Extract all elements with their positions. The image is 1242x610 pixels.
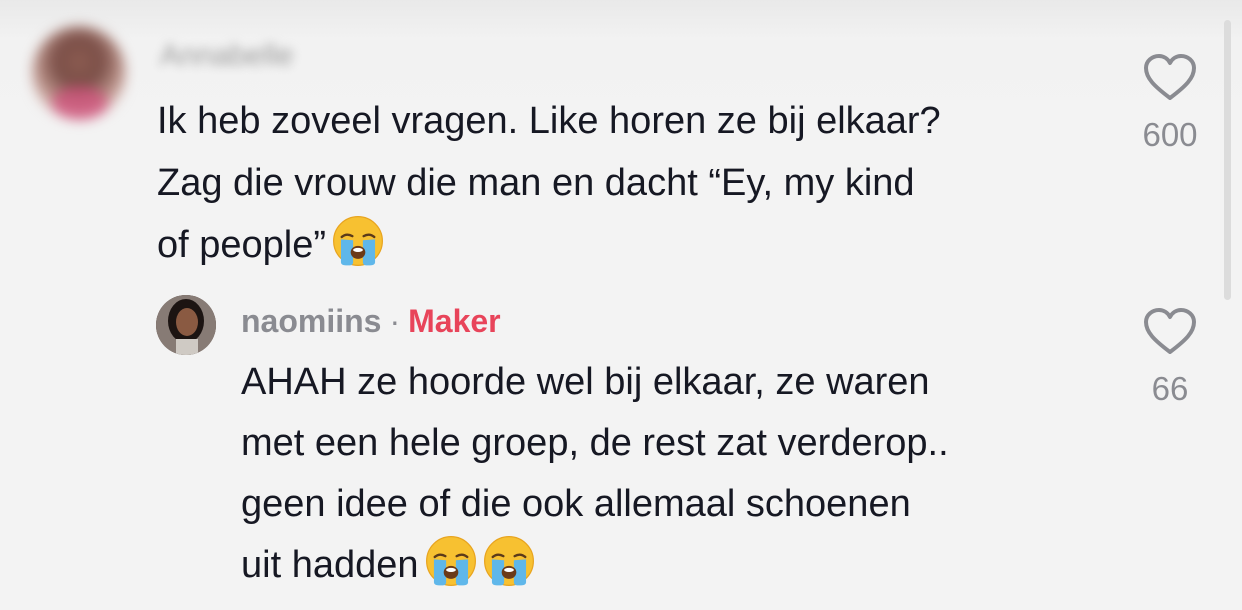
crying-face-icon	[483, 535, 535, 587]
scrollbar[interactable]	[1224, 20, 1231, 300]
comment-text-fragment: of people”	[157, 224, 327, 266]
reply-username[interactable]: naomiins	[241, 303, 381, 339]
avatar[interactable]	[156, 295, 216, 355]
separator-dot: ·	[389, 303, 401, 339]
crying-face-icon	[425, 535, 477, 587]
heart-icon[interactable]	[1142, 306, 1198, 356]
like-button[interactable]: 600	[1128, 52, 1212, 153]
comment-text-line: of people”	[157, 214, 1107, 276]
reply-text-line: geen idee of die ook allemaal schoenen	[241, 483, 911, 525]
comment-text: Ik heb zoveel vragen. Like horen ze bij …	[157, 90, 1107, 276]
avatar[interactable]	[32, 26, 126, 120]
reply-item: naomiins · Maker AHAH ze hoorde wel bij el…	[0, 280, 1242, 610]
reply-text-line: met een hele groep, de rest zat verderop…	[241, 422, 949, 464]
comment-text-line: Ik heb zoveel vragen. Like horen ze bij …	[157, 100, 941, 142]
comment-item: Annabelle Ik heb zoveel vragen. Like hor…	[0, 0, 1242, 280]
like-count: 66	[1151, 370, 1189, 407]
comments-panel: Annabelle Ik heb zoveel vragen. Like hor…	[0, 0, 1242, 610]
comment-username[interactable]: Annabelle	[160, 36, 293, 76]
like-count: 600	[1142, 116, 1198, 153]
like-button[interactable]: 66	[1128, 306, 1212, 407]
comment-text-line: Zag die vrouw die man en dacht “Ey, my k…	[157, 162, 915, 204]
reply-text-line: uit hadden	[241, 535, 1111, 596]
crying-face-icon	[332, 215, 384, 267]
reply-text-line: AHAH ze hoorde wel bij elkaar, ze waren	[241, 361, 930, 403]
reply-text: AHAH ze hoorde wel bij elkaar, ze waren …	[241, 352, 1111, 596]
creator-badge: Maker	[408, 303, 501, 339]
reply-text-fragment: uit hadden	[241, 544, 419, 586]
heart-icon[interactable]	[1142, 52, 1198, 102]
reply-header: naomiins · Maker	[241, 300, 501, 342]
